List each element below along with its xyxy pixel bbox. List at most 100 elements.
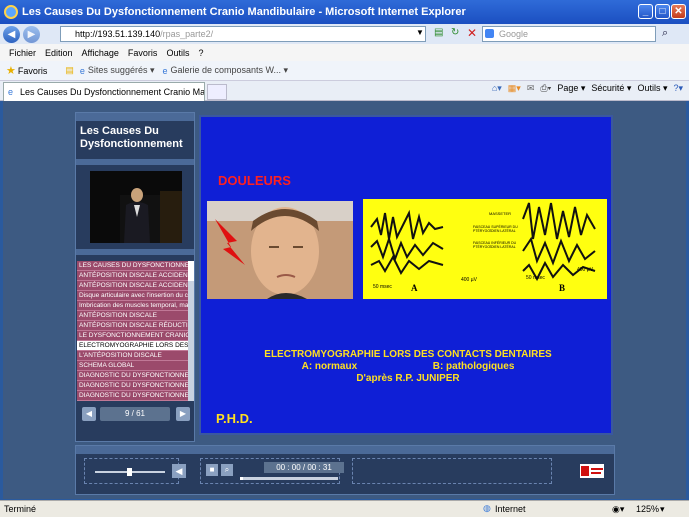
- chapter-item[interactable]: ANTÉPOSITION DISCALE: [77, 311, 188, 321]
- stop-icon[interactable]: ✕: [467, 26, 477, 40]
- chapter-item[interactable]: DIAGNOSTIC DU DYSFONCTIONNEMENT: [77, 371, 188, 381]
- menu-fichier[interactable]: Fichier: [9, 48, 36, 58]
- back-button[interactable]: ◀: [3, 25, 20, 43]
- caption-line-3: D'après R.P. JUNIPER: [356, 373, 460, 384]
- slide-view: DOULEURS MASSETER FAISCEAU SUPÉRIEUR DU …: [199, 115, 613, 435]
- compat-icon[interactable]: ▤: [434, 27, 443, 38]
- volume-group: [84, 458, 179, 484]
- empty-control-group: [352, 458, 552, 484]
- controls-header-strip: [76, 446, 614, 454]
- presentation-title: Les Causes Du Dysfonctionnement: [80, 125, 183, 150]
- chapter-item[interactable]: ANTÉPOSITION DISCALE ACCIDENTELLE: [77, 271, 188, 281]
- zoom-level[interactable]: 125%: [636, 504, 659, 514]
- suggested-sites-icon: e: [79, 65, 85, 76]
- google-icon: [485, 29, 494, 38]
- tab-active[interactable]: e Les Causes Du Dysfonctionnement Cranio…: [3, 82, 205, 101]
- protected-mode-icon[interactable]: ◉▾: [612, 504, 624, 515]
- scrollbar-thumb[interactable]: [188, 261, 194, 281]
- internet-zone-icon: ◍: [483, 503, 491, 513]
- sidebar-header-strip: [76, 113, 194, 121]
- time-display: 00 : 00 / 00 : 31: [264, 462, 344, 473]
- help-icon[interactable]: ?▾: [673, 83, 683, 94]
- security-zone: Internet: [495, 504, 526, 514]
- menu-help[interactable]: ?: [198, 48, 203, 58]
- tools-menu[interactable]: Outils ▾: [637, 83, 667, 94]
- feeds-icon[interactable]: ▦▾: [508, 83, 521, 94]
- window-title: Les Causes Du Dysfonctionnement Cranio M…: [22, 6, 466, 18]
- chapter-item[interactable]: Imbrication des muscles temporal, massét…: [77, 301, 188, 311]
- chapter-item[interactable]: DIAGNOSTIC DU DYSFONCTIONNEMENT: [77, 381, 188, 391]
- slide-pager: ◀ 9 / 61 ▶: [82, 406, 190, 422]
- url-field[interactable]: http://193.51.139.140/rpas_parte2/: [60, 26, 426, 42]
- chapter-item[interactable]: LES CAUSES DU DYSFONCTIONNEMENT: [77, 261, 188, 271]
- emg-label-amp-b: 400 µV: [577, 267, 593, 273]
- volume-knob[interactable]: [126, 468, 132, 476]
- chapter-item[interactable]: ANTÉPOSITION DISCALE RÉDUCTIBLE: [77, 321, 188, 331]
- page-content: Les Causes Du Dysfonctionnement LES CAUS…: [3, 101, 686, 499]
- close-button[interactable]: ✕: [671, 4, 686, 19]
- emg-label-a: A: [411, 283, 418, 293]
- security-menu[interactable]: Sécurité ▾: [591, 83, 631, 94]
- address-bar: ◀ ▶ http://193.51.139.140/rpas_parte2/ ▼…: [0, 24, 689, 44]
- chapter-item[interactable]: Disque articulaire avec l'insertion du c…: [77, 291, 188, 301]
- ie-logo-icon: [4, 5, 18, 19]
- menu-bar: Fichier Edition Affichage Favoris Outils…: [0, 44, 689, 61]
- chapter-item[interactable]: ANTÉPOSITION DISCALE ACCIDENTELLE: [77, 281, 188, 291]
- stop-button[interactable]: ■: [206, 464, 218, 476]
- page-menu[interactable]: Page ▾: [557, 83, 585, 94]
- forward-button[interactable]: ▶: [23, 25, 40, 43]
- speaker-icon[interactable]: ◀: [172, 464, 186, 478]
- emg-label-inferior: FAISCEAU INFÉRIEUR DU PTÉRYGOÏDIEN LATÉR…: [473, 241, 517, 249]
- prev-slide-button[interactable]: ◀: [82, 407, 96, 421]
- emg-waveform: [363, 199, 607, 299]
- emg-label-b: B: [559, 283, 566, 293]
- url-host: http://193.51.139.140: [75, 29, 161, 39]
- caption-pathological: B: pathologiques: [432, 361, 515, 372]
- status-text: Terminé: [4, 504, 37, 514]
- zoom-dropdown-icon[interactable]: ▾: [660, 504, 665, 515]
- tab-title: Les Causes Du Dysfonctionnement Cranio M…: [20, 87, 205, 97]
- home-icon[interactable]: ⌂▾: [492, 83, 502, 94]
- speaker-video[interactable]: [90, 171, 182, 243]
- suggested-sites-link[interactable]: Sites suggérés ▾: [88, 65, 155, 76]
- progress-bar[interactable]: [240, 477, 338, 480]
- search-icon[interactable]: ⌕: [662, 27, 668, 40]
- chapter-item-selected[interactable]: ELECTROMYOGRAPHIE LORS DES: [77, 341, 188, 351]
- page-counter: 9 / 61: [100, 407, 170, 421]
- next-slide-button[interactable]: ▶: [176, 407, 190, 421]
- refresh-icon[interactable]: ↻: [451, 27, 459, 38]
- web-slice-gallery-link[interactable]: Galerie de composants W... ▾: [171, 65, 289, 76]
- new-tab-button[interactable]: [207, 84, 227, 100]
- gallery-icon: e: [162, 65, 168, 76]
- emg-label-amp-a: 400 µV: [461, 277, 477, 283]
- tab-favicon-icon: e: [8, 87, 14, 97]
- tab-bar: e Les Causes Du Dysfonctionnement Cranio…: [0, 81, 689, 101]
- divider: [76, 159, 194, 165]
- player-sidebar: Les Causes Du Dysfonctionnement LES CAUS…: [75, 112, 195, 442]
- player-controls: ◀ ■ ⌕ 00 : 00 / 00 : 31: [75, 445, 615, 495]
- chapter-item[interactable]: SCHEMA GLOBAL: [77, 361, 188, 371]
- menu-favoris[interactable]: Favoris: [128, 48, 158, 58]
- chapter-item[interactable]: LE DYSFONCTIONNEMENT CRANIO: [77, 331, 188, 341]
- slide-caption: ELECTROMYOGRAPHIE LORS DES CONTACTS DENT…: [201, 349, 615, 385]
- chapter-item[interactable]: L'ANTÉPOSITION DISCALE: [77, 351, 188, 361]
- university-logo: [581, 466, 603, 476]
- menu-outils[interactable]: Outils: [166, 48, 189, 58]
- menu-affichage[interactable]: Affichage: [82, 48, 119, 58]
- chapter-list[interactable]: LES CAUSES DU DYSFONCTIONNEMENT ANTÉPOSI…: [77, 261, 188, 401]
- minimize-button[interactable]: _: [638, 4, 653, 19]
- mail-icon[interactable]: ✉: [527, 83, 535, 94]
- maximize-button[interactable]: □: [655, 4, 670, 19]
- search-placeholder: Google: [499, 29, 529, 39]
- chapter-scrollbar[interactable]: [188, 261, 194, 401]
- search-input[interactable]: Google: [482, 26, 656, 42]
- emg-chart-image: MASSETER FAISCEAU SUPÉRIEUR DU PTÉRYGOÏD…: [363, 199, 607, 299]
- emg-label-time-a: 50 msec: [373, 284, 392, 290]
- add-favorite-icon[interactable]: ▤: [65, 65, 74, 76]
- favorites-button[interactable]: Favoris: [18, 66, 48, 76]
- zoom-button[interactable]: ⌕: [221, 464, 233, 476]
- menu-edition[interactable]: Edition: [45, 48, 73, 58]
- url-dropdown-icon[interactable]: ▼: [416, 28, 424, 37]
- chapter-item[interactable]: DIAGNOSTIC DU DYSFONCTIONNEMENT: [77, 391, 188, 401]
- print-icon[interactable]: ⎙▾: [540, 83, 551, 94]
